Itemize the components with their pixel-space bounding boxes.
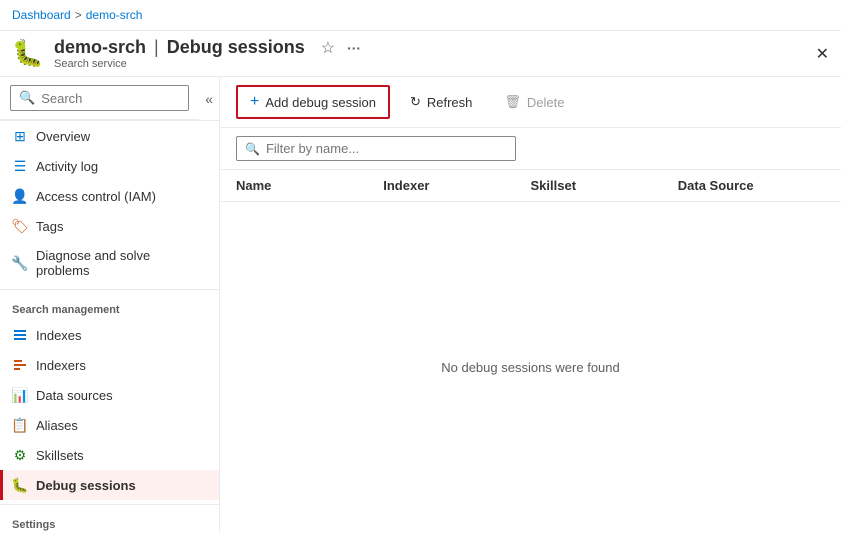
sidebar-top: 🔍 « (0, 77, 219, 121)
header-title-group: demo-srch | Debug sessions ☆ ··· Search … (54, 37, 361, 70)
breadcrumb: Dashboard > demo-srch (12, 8, 142, 22)
search-management-label: Search management (0, 294, 219, 320)
sidebar-label-indexes: Indexes (36, 328, 82, 343)
filter-input[interactable] (266, 141, 507, 156)
access-control-icon: 👤 (12, 188, 28, 204)
content-toolbar: + Add debug session ↻ Refresh 🗑 Delete (220, 77, 841, 128)
sidebar-label-diagnose: Diagnose and solve problems (36, 248, 207, 278)
plus-icon: + (250, 93, 259, 111)
filter-input-box[interactable]: 🔍 (236, 136, 516, 161)
filter-bar: 🔍 (220, 128, 841, 170)
refresh-button[interactable]: ↻ Refresh (398, 88, 484, 116)
header-actions: ✕ (800, 44, 829, 64)
add-debug-session-label: Add debug session (265, 95, 376, 110)
sidebar-item-activity-log[interactable]: ☰ Activity log (0, 151, 219, 181)
star-icon[interactable]: ☆ (321, 38, 335, 58)
search-input[interactable] (41, 91, 180, 106)
col-header-skillset[interactable]: Skillset (531, 178, 678, 193)
add-debug-session-button[interactable]: + Add debug session (236, 85, 390, 119)
sidebar-label-indexers: Indexers (36, 358, 86, 373)
breadcrumb-service[interactable]: demo-srch (86, 8, 143, 22)
service-name: demo-srch (54, 37, 146, 58)
sidebar-item-access-control[interactable]: 👤 Access control (IAM) (0, 181, 219, 211)
sidebar-collapse-area: « (199, 83, 219, 115)
breadcrumb-bar: Dashboard > demo-srch (0, 0, 841, 31)
main-layout: 🔍 « ⊞ Overview ☰ Activity log 👤 Acc (0, 77, 841, 533)
skillsets-icon: ⚙ (12, 447, 28, 463)
sidebar-label-debug-sessions: Debug sessions (36, 478, 136, 493)
close-icon[interactable]: ✕ (816, 44, 829, 64)
sidebar-item-tags[interactable]: 🏷 Tags (0, 211, 219, 241)
sidebar-item-indexes[interactable]: Indexes (0, 320, 219, 350)
sidebar-label-aliases: Aliases (36, 418, 78, 433)
tags-icon: 🏷 (12, 218, 28, 234)
main-content: + Add debug session ↻ Refresh 🗑 Delete 🔍… (220, 77, 841, 533)
header-separator: | (154, 37, 159, 58)
refresh-label: Refresh (427, 95, 473, 110)
indexes-icon (12, 327, 28, 343)
service-icon: 🐛 (12, 38, 44, 70)
col-header-name[interactable]: Name (236, 178, 383, 193)
sidebar-item-debug-sessions[interactable]: 🐛 Debug sessions (0, 470, 219, 500)
breadcrumb-separator: > (75, 8, 82, 22)
sidebar-divider-1 (0, 289, 219, 290)
data-sources-icon: 📊 (12, 387, 28, 403)
search-icon: 🔍 (19, 90, 35, 106)
sidebar-search-container: 🔍 (0, 77, 199, 120)
page-title: Debug sessions (167, 37, 305, 58)
col-header-indexer[interactable]: Indexer (383, 178, 530, 193)
more-icon[interactable]: ··· (347, 40, 361, 56)
filter-search-icon: 🔍 (245, 142, 260, 156)
activity-log-icon: ☰ (12, 158, 28, 174)
table-header: Name Indexer Skillset Data Source (220, 170, 841, 202)
col-header-data-source[interactable]: Data Source (678, 178, 825, 193)
aliases-icon: 📋 (12, 417, 28, 433)
debug-sessions-icon: 🐛 (12, 477, 28, 493)
sidebar-item-aliases[interactable]: 📋 Aliases (0, 410, 219, 440)
header-subtitle: Search service (54, 58, 361, 70)
sidebar-item-overview[interactable]: ⊞ Overview (0, 121, 219, 151)
settings-label: Settings (0, 509, 219, 533)
indexers-icon (12, 357, 28, 373)
sidebar: 🔍 « ⊞ Overview ☰ Activity log 👤 Acc (0, 77, 220, 533)
sidebar-item-skillsets[interactable]: ⚙ Skillsets (0, 440, 219, 470)
sidebar-search-wrap: 🔍 (0, 77, 199, 120)
sidebar-item-diagnose[interactable]: 🔧 Diagnose and solve problems (0, 241, 219, 285)
sidebar-item-data-sources[interactable]: 📊 Data sources (0, 380, 219, 410)
page-header: 🐛 demo-srch | Debug sessions ☆ ··· Searc… (0, 31, 841, 77)
delete-label: Delete (527, 95, 565, 110)
sidebar-label-overview: Overview (36, 129, 90, 144)
sidebar-label-data-sources: Data sources (36, 388, 113, 403)
sidebar-label-skillsets: Skillsets (36, 448, 84, 463)
sidebar-search-box[interactable]: 🔍 (10, 85, 189, 111)
sidebar-label-tags: Tags (36, 219, 63, 234)
sidebar-scroll-area: ⊞ Overview ☰ Activity log 👤 Access contr… (0, 121, 219, 533)
overview-icon: ⊞ (12, 128, 28, 144)
sidebar-divider-2 (0, 504, 219, 505)
diagnose-icon: 🔧 (12, 255, 28, 271)
table-body: No debug sessions were found (220, 202, 841, 533)
sidebar-label-access-control: Access control (IAM) (36, 189, 156, 204)
delete-icon: 🗑 (504, 94, 521, 110)
breadcrumb-dashboard[interactable]: Dashboard (12, 8, 71, 22)
sidebar-item-indexers[interactable]: Indexers (0, 350, 219, 380)
empty-message: No debug sessions were found (441, 360, 620, 375)
refresh-icon: ↻ (410, 94, 421, 110)
sidebar-label-activity-log: Activity log (36, 159, 98, 174)
sidebar-collapse-button[interactable]: « (205, 91, 213, 107)
delete-button[interactable]: 🗑 Delete (492, 88, 576, 116)
